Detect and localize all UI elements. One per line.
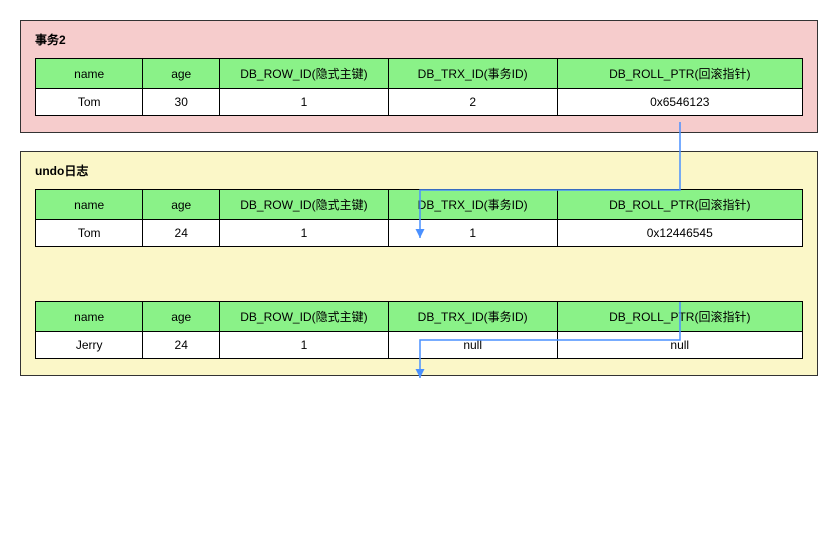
cell-roll-ptr: null	[557, 332, 802, 359]
table-row: Tom 30 1 2 0x6546123	[36, 89, 803, 116]
col-age: age	[143, 302, 220, 332]
col-roll-ptr: DB_ROLL_PTR(回滚指针)	[557, 190, 802, 220]
cell-name: Tom	[36, 89, 143, 116]
col-trx-id: DB_TRX_ID(事务ID)	[388, 190, 557, 220]
table-undo-1: name age DB_ROW_ID(隐式主键) DB_TRX_ID(事务ID)…	[35, 189, 803, 247]
cell-name: Tom	[36, 220, 143, 247]
cell-trx-id: null	[388, 332, 557, 359]
cell-row-id: 1	[220, 89, 389, 116]
col-row-id: DB_ROW_ID(隐式主键)	[220, 190, 389, 220]
col-row-id: DB_ROW_ID(隐式主键)	[220, 302, 389, 332]
panel-undo-log: undo日志 name age DB_ROW_ID(隐式主键) DB_TRX_I…	[20, 151, 818, 376]
col-trx-id: DB_TRX_ID(事务ID)	[388, 59, 557, 89]
panel-transaction-2: 事务2 name age DB_ROW_ID(隐式主键) DB_TRX_ID(事…	[20, 20, 818, 133]
col-roll-ptr: DB_ROLL_PTR(回滚指针)	[557, 59, 802, 89]
col-name: name	[36, 59, 143, 89]
col-row-id: DB_ROW_ID(隐式主键)	[220, 59, 389, 89]
table-row: Jerry 24 1 null null	[36, 332, 803, 359]
cell-trx-id: 2	[388, 89, 557, 116]
cell-trx-id: 1	[388, 220, 557, 247]
table-row: Tom 24 1 1 0x12446545	[36, 220, 803, 247]
col-name: name	[36, 302, 143, 332]
table-header-row: name age DB_ROW_ID(隐式主键) DB_TRX_ID(事务ID)…	[36, 59, 803, 89]
col-age: age	[143, 59, 220, 89]
panel-title-undo: undo日志	[35, 162, 803, 179]
col-age: age	[143, 190, 220, 220]
cell-roll-ptr: 0x12446545	[557, 220, 802, 247]
cell-age: 24	[143, 332, 220, 359]
col-name: name	[36, 190, 143, 220]
table-undo-2: name age DB_ROW_ID(隐式主键) DB_TRX_ID(事务ID)…	[35, 301, 803, 359]
cell-row-id: 1	[220, 220, 389, 247]
table-header-row: name age DB_ROW_ID(隐式主键) DB_TRX_ID(事务ID)…	[36, 190, 803, 220]
cell-age: 30	[143, 89, 220, 116]
table-tx2: name age DB_ROW_ID(隐式主键) DB_TRX_ID(事务ID)…	[35, 58, 803, 116]
col-trx-id: DB_TRX_ID(事务ID)	[388, 302, 557, 332]
cell-row-id: 1	[220, 332, 389, 359]
panel-title-tx2: 事务2	[35, 31, 803, 48]
cell-roll-ptr: 0x6546123	[557, 89, 802, 116]
table-header-row: name age DB_ROW_ID(隐式主键) DB_TRX_ID(事务ID)…	[36, 302, 803, 332]
col-roll-ptr: DB_ROLL_PTR(回滚指针)	[557, 302, 802, 332]
cell-name: Jerry	[36, 332, 143, 359]
cell-age: 24	[143, 220, 220, 247]
